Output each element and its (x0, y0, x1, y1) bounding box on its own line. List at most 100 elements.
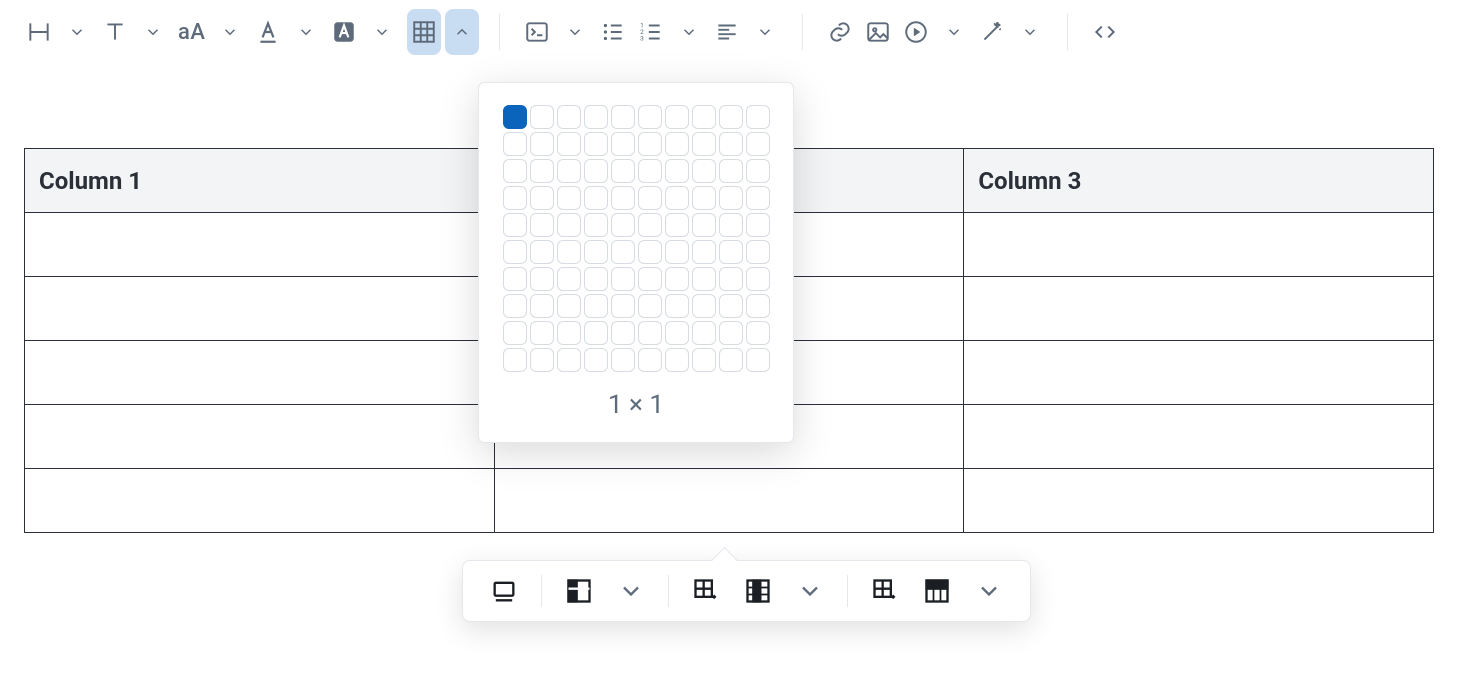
table-row[interactable] (25, 469, 1434, 533)
size-cell[interactable] (719, 186, 743, 210)
size-cell[interactable] (665, 267, 689, 291)
table-column-dropdown[interactable] (616, 576, 646, 606)
table-cell[interactable] (25, 277, 495, 341)
size-cell[interactable] (557, 213, 581, 237)
numbered-list-button[interactable]: 123 (634, 9, 668, 55)
size-cell[interactable] (638, 321, 662, 345)
size-cell[interactable] (719, 267, 743, 291)
size-cell[interactable] (719, 321, 743, 345)
size-cell[interactable] (638, 159, 662, 183)
align-button[interactable] (710, 9, 744, 55)
size-cell[interactable] (503, 105, 527, 129)
image-button[interactable] (861, 9, 895, 55)
size-cell[interactable] (530, 186, 554, 210)
size-cell[interactable] (746, 321, 770, 345)
source-button[interactable] (1088, 9, 1122, 55)
size-cell[interactable] (746, 267, 770, 291)
table-caption-button[interactable] (489, 576, 519, 606)
size-cell[interactable] (584, 348, 608, 372)
heading-button[interactable] (22, 9, 56, 55)
size-cell[interactable] (719, 132, 743, 156)
size-cell[interactable] (503, 132, 527, 156)
table-cell[interactable] (25, 469, 495, 533)
table-cell[interactable] (964, 405, 1434, 469)
size-cell[interactable] (638, 267, 662, 291)
size-cell[interactable] (530, 105, 554, 129)
size-cell[interactable] (584, 294, 608, 318)
insert-column-button[interactable] (691, 576, 721, 606)
size-cell[interactable] (746, 348, 770, 372)
size-cell[interactable] (746, 132, 770, 156)
size-cell[interactable] (584, 105, 608, 129)
size-cell[interactable] (584, 213, 608, 237)
size-cell[interactable] (638, 186, 662, 210)
size-cell[interactable] (557, 321, 581, 345)
size-cell[interactable] (638, 294, 662, 318)
size-cell[interactable] (557, 348, 581, 372)
size-cell[interactable] (584, 321, 608, 345)
size-cell[interactable] (746, 105, 770, 129)
size-cell[interactable] (584, 240, 608, 264)
list-dropdown[interactable] (672, 9, 706, 55)
size-cell[interactable] (503, 186, 527, 210)
table-cell[interactable] (964, 469, 1434, 533)
column-header[interactable]: Column 3 (964, 149, 1434, 213)
size-cell[interactable] (692, 213, 716, 237)
size-cell[interactable] (611, 348, 635, 372)
ai-dropdown[interactable] (1013, 9, 1047, 55)
link-button[interactable] (823, 9, 857, 55)
size-cell[interactable] (584, 159, 608, 183)
size-cell[interactable] (692, 294, 716, 318)
size-cell[interactable] (503, 267, 527, 291)
table-cell[interactable] (494, 469, 964, 533)
size-cell[interactable] (611, 105, 635, 129)
size-cell[interactable] (665, 105, 689, 129)
text-dropdown[interactable] (136, 9, 170, 55)
size-cell[interactable] (692, 132, 716, 156)
table-cell[interactable] (964, 341, 1434, 405)
size-cell[interactable] (530, 321, 554, 345)
size-cell[interactable] (746, 186, 770, 210)
merge-cells-button[interactable] (870, 576, 900, 606)
size-cell[interactable] (611, 132, 635, 156)
size-cell[interactable] (530, 348, 554, 372)
size-cell[interactable] (584, 186, 608, 210)
size-cell[interactable] (503, 213, 527, 237)
media-dropdown[interactable] (937, 9, 971, 55)
size-cell[interactable] (665, 213, 689, 237)
size-cell[interactable] (503, 348, 527, 372)
highlight-dropdown[interactable] (365, 9, 399, 55)
size-cell[interactable] (557, 132, 581, 156)
size-cell[interactable] (638, 348, 662, 372)
size-cell[interactable] (503, 240, 527, 264)
table-button[interactable] (407, 9, 441, 55)
size-cell[interactable] (611, 267, 635, 291)
size-cell[interactable] (638, 240, 662, 264)
table-column-button[interactable] (564, 576, 594, 606)
table-cell[interactable] (25, 405, 495, 469)
ai-button[interactable] (975, 9, 1009, 55)
size-cell[interactable] (692, 105, 716, 129)
size-grid[interactable] (503, 105, 770, 372)
size-cell[interactable] (530, 240, 554, 264)
insert-dropdown[interactable] (795, 576, 825, 606)
text-color-dropdown[interactable] (289, 9, 323, 55)
size-cell[interactable] (557, 240, 581, 264)
size-cell[interactable] (719, 348, 743, 372)
size-cell[interactable] (557, 186, 581, 210)
insert-row-button[interactable] (743, 576, 773, 606)
split-cells-button[interactable] (922, 576, 952, 606)
text-color-button[interactable] (251, 9, 285, 55)
size-cell[interactable] (692, 348, 716, 372)
size-cell[interactable] (611, 186, 635, 210)
bullet-list-button[interactable] (596, 9, 630, 55)
size-cell[interactable] (746, 294, 770, 318)
code-block-dropdown[interactable] (558, 9, 592, 55)
size-cell[interactable] (719, 294, 743, 318)
media-button[interactable] (899, 9, 933, 55)
size-cell[interactable] (557, 294, 581, 318)
size-cell[interactable] (665, 321, 689, 345)
size-cell[interactable] (503, 159, 527, 183)
size-cell[interactable] (611, 213, 635, 237)
size-cell[interactable] (665, 294, 689, 318)
